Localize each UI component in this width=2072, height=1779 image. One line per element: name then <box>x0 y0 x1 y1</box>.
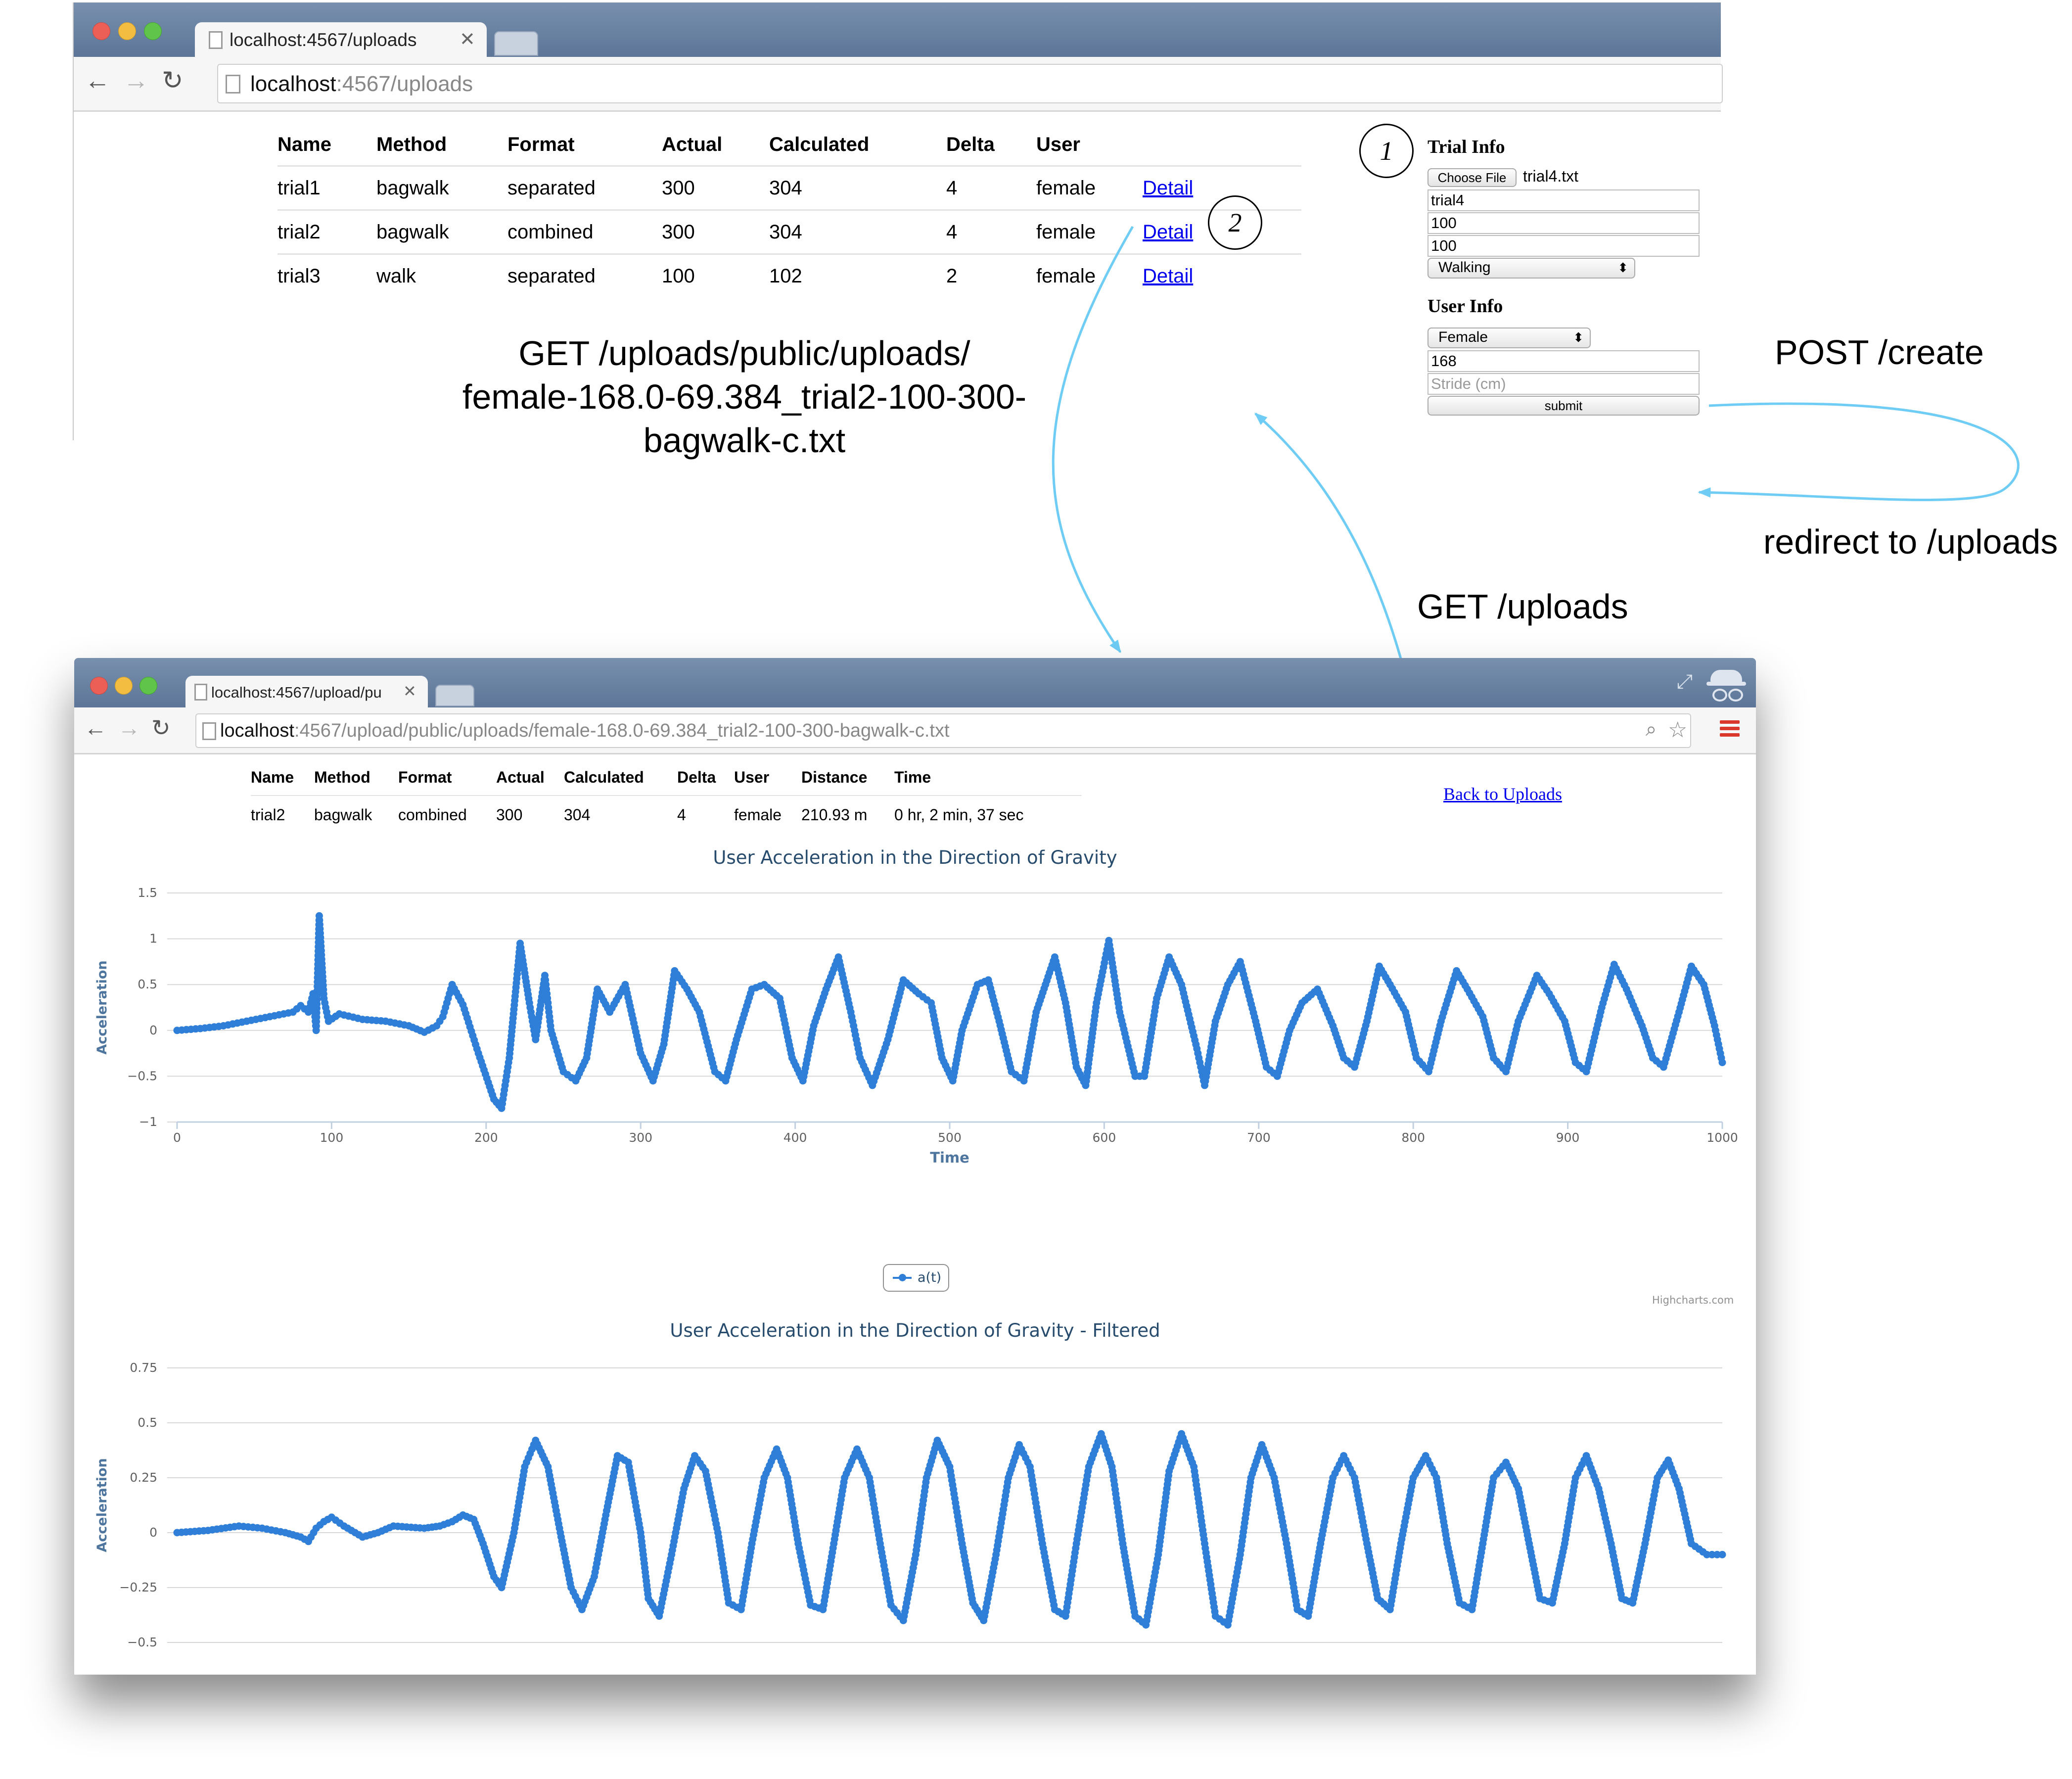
chart1-x-tick-label: 200 <box>474 1130 498 1145</box>
chart2-y-tick-label: 0.5 <box>138 1415 157 1430</box>
back-to-uploads-link[interactable]: Back to Uploads <box>1443 784 1562 804</box>
highcharts-credit[interactable]: Highcharts.com <box>1652 1294 1734 1306</box>
detail-table: Name Method Format Actual Calculated Del… <box>251 759 1082 834</box>
legend-marker-dot <box>899 1274 906 1281</box>
filtered-acceleration-chart: 0.75 0.5 0.25 0 −0.25 −0.5 Acceleration <box>94 1360 1726 1649</box>
cell-distance: 210.93 m <box>801 795 894 834</box>
detail-browser-window: localhost:4567/upload/pu ✕ ⤢ ← → ↻ local… <box>74 658 1756 1675</box>
post-redirect-arrow <box>1698 402 2020 501</box>
chart2-y-tick-label: −0.25 <box>119 1580 157 1594</box>
cell-user: female <box>734 795 801 834</box>
chart1-x-tick-label: 800 <box>1401 1130 1425 1145</box>
legend-series-label: a(t) <box>918 1270 942 1285</box>
new-tab-button[interactable] <box>435 685 474 706</box>
column-header-method: Method <box>314 768 370 786</box>
chart1-y-tick-label: −1 <box>139 1115 157 1129</box>
chart2-data-point <box>1718 1550 1726 1558</box>
cell-name: trial2 <box>251 795 314 834</box>
tab-detail[interactable]: localhost:4567/upload/pu ✕ <box>185 676 428 707</box>
column-header-delta: Delta <box>677 768 716 786</box>
cell-time: 0 hr, 2 min, 37 sec <box>894 795 1082 834</box>
column-header-time: Time <box>894 768 931 786</box>
minimize-window-button[interactable] <box>115 677 133 695</box>
chart1-legend[interactable]: a(t) <box>883 1264 949 1292</box>
chart1-x-tick-label: 1000 <box>1706 1130 1738 1145</box>
chart1-x-tick-label: 500 <box>938 1130 962 1145</box>
cell-method: bagwalk <box>314 795 398 834</box>
title-bar: localhost:4567/upload/pu ✕ ⤢ <box>74 658 1756 707</box>
forward-arrow-icon[interactable]: → <box>118 714 140 741</box>
chart1-x-tick-label: 400 <box>783 1130 807 1145</box>
chart2-y-tick-label: 0 <box>149 1525 157 1540</box>
table-row: trial2 bagwalk combined 300 304 4 female… <box>251 795 1082 834</box>
close-icon[interactable]: ✕ <box>403 682 416 701</box>
page-icon <box>202 722 216 740</box>
column-header-name: Name <box>251 768 294 786</box>
zoom-icon[interactable]: ⌕ <box>1646 718 1657 741</box>
back-arrow-icon[interactable]: ← <box>84 714 107 741</box>
zoom-window-button[interactable] <box>139 677 157 695</box>
cell-actual: 300 <box>496 795 564 834</box>
incognito-icon <box>1706 667 1746 702</box>
close-window-button[interactable] <box>90 677 108 695</box>
chart1-x-tick-label: 600 <box>1093 1130 1116 1145</box>
cell-calculated: 304 <box>564 795 677 834</box>
chart1-y-tick-label: −0.5 <box>127 1069 157 1083</box>
column-header-actual: Actual <box>496 768 545 786</box>
tab-title: localhost:4567/upload/pu <box>211 684 382 701</box>
chart2-y-tick-label: −0.5 <box>127 1635 157 1649</box>
column-header-calculated: Calculated <box>564 768 644 786</box>
column-header-format: Format <box>398 768 452 786</box>
chart1-title: User Acceleration in the Direction of Gr… <box>713 847 1117 868</box>
chart1-y-tick-label: 0 <box>149 1023 157 1037</box>
bookmark-star-icon[interactable]: ☆ <box>1668 717 1687 743</box>
chart2-y-tick-label: 0.25 <box>130 1470 157 1485</box>
chart1-y-tick-label: 1.5 <box>138 886 157 900</box>
chart2-title: User Acceleration in the Direction of Gr… <box>670 1320 1160 1341</box>
fullscreen-icon[interactable]: ⤢ <box>1677 671 1693 693</box>
cell-delta: 4 <box>677 795 734 834</box>
get-detail-arrow <box>1052 226 1134 654</box>
table-header-row: Name Method Format Actual Calculated Del… <box>251 759 1082 796</box>
chart1-x-tick-label: 900 <box>1556 1130 1580 1145</box>
address-url: localhost:4567/upload/public/uploads/fem… <box>220 720 950 741</box>
column-header-user: User <box>734 768 770 786</box>
chart1-data-point <box>1718 1059 1726 1067</box>
page-icon <box>194 684 207 701</box>
chart1-y-tick-label: 1 <box>149 932 157 946</box>
chart1-y-axis-title: Acceleration <box>94 960 110 1054</box>
reload-icon[interactable]: ↻ <box>151 714 171 741</box>
chart2-y-tick-label: 0.75 <box>130 1360 157 1375</box>
cell-format: combined <box>398 795 496 834</box>
chart1-x-tick-label: 100 <box>320 1130 344 1145</box>
address-bar[interactable]: localhost:4567/upload/public/uploads/fem… <box>195 713 1691 748</box>
chart1-x-tick-label: 0 <box>173 1130 181 1145</box>
chart2-y-axis-title: Acceleration <box>94 1458 110 1552</box>
menu-icon[interactable] <box>1720 720 1740 737</box>
chart1-x-tick-label: 700 <box>1247 1130 1271 1145</box>
browser-toolbar: ← → ↻ localhost:4567/upload/public/uploa… <box>74 707 1756 754</box>
chart1-x-tick-label: 300 <box>629 1130 652 1145</box>
acceleration-chart: 1.5 1 0.5 0 −0.5 −1 Acceleration 0 100 200 300 400 5… <box>94 886 1738 1166</box>
chart1-x-axis-title: Time <box>930 1149 969 1166</box>
column-header-distance: Distance <box>801 768 868 786</box>
chart1-y-tick-label: 0.5 <box>138 977 157 991</box>
